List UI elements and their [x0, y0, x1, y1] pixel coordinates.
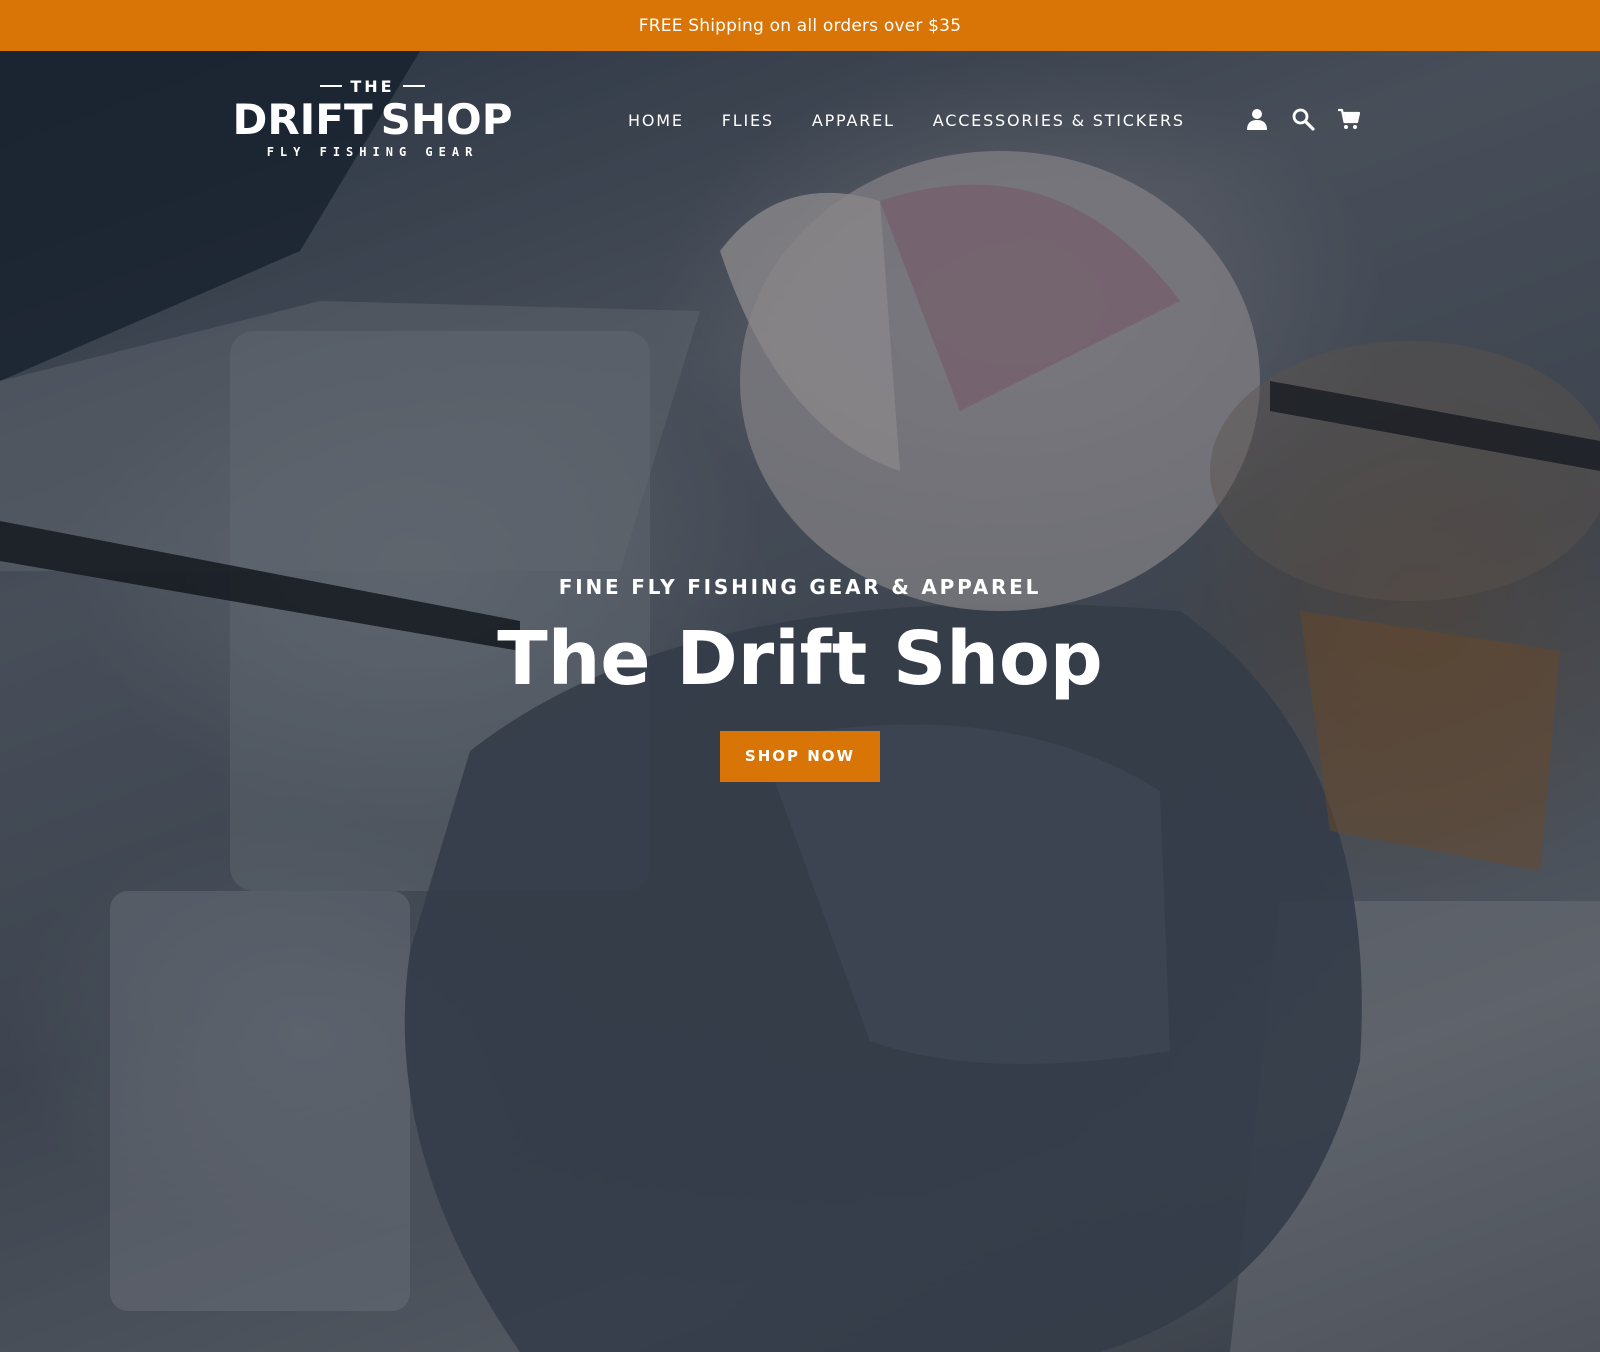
logo-the-text: THE	[350, 76, 395, 96]
account-icon[interactable]	[1244, 106, 1270, 132]
announcement-text: FREE Shipping on all orders over $35	[638, 15, 962, 36]
shop-now-button[interactable]: SHOP NOW	[719, 731, 881, 782]
logo-drift-text: DRIFT	[232, 95, 373, 144]
logo-tagline: FLY FISHING GEAR	[266, 145, 479, 159]
search-icon[interactable]	[1290, 106, 1316, 132]
hero-content: FINE FLY FISHING GEAR & APPAREL The Drif…	[0, 575, 1600, 782]
site-logo[interactable]: THE DRIFT SHOP FLY FISHING GEAR	[232, 76, 512, 167]
nav-item-flies[interactable]: FLIES	[722, 111, 774, 130]
logo-shop-text: SHOP	[380, 95, 513, 144]
main-nav: HOME FLIES APPAREL ACCESSORIES & STICKER…	[628, 111, 1185, 130]
announcement-bar: FREE Shipping on all orders over $35	[0, 0, 1600, 51]
hero-title: The Drift Shop	[497, 616, 1103, 702]
nav-item-home[interactable]: HOME	[628, 111, 684, 130]
cart-icon[interactable]	[1336, 106, 1362, 132]
nav-item-apparel[interactable]: APPAREL	[812, 111, 895, 130]
header-icons	[1244, 106, 1362, 132]
hero-subtitle: FINE FLY FISHING GEAR & APPAREL	[558, 575, 1042, 599]
site-header: THE DRIFT SHOP FLY FISHING GEAR HOME FLI…	[0, 51, 1600, 191]
nav-item-accessories-stickers[interactable]: ACCESSORIES & STICKERS	[933, 111, 1185, 130]
